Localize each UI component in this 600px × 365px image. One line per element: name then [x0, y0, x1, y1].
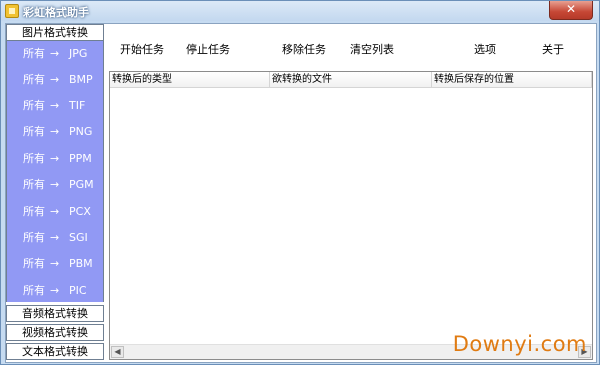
arrow-right-icon: → [50, 99, 60, 112]
format-item-pic[interactable]: 所有 → PIC [7, 281, 103, 301]
format-to: BMP [69, 73, 93, 86]
category-sidebar: 图片格式转换 所有 → JPG 所有 → BMP 所有 → TIF 所有 → P… [6, 24, 104, 362]
remove-task-button[interactable]: 移除任务 [282, 41, 326, 57]
format-to: PPM [69, 152, 92, 165]
column-header-target-type[interactable]: 转换后的类型 [110, 72, 270, 88]
format-item-tif[interactable]: 所有 → TIF [7, 96, 103, 116]
arrow-right-icon: → [50, 205, 60, 218]
arrow-right-icon: → [50, 152, 60, 165]
format-to: PCX [69, 205, 91, 218]
format-item-pgm[interactable]: 所有 → PGM [7, 175, 103, 195]
title-bar[interactable]: 彩虹格式助手 ✕ [1, 1, 599, 21]
client-area: 图片格式转换 所有 → JPG 所有 → BMP 所有 → TIF 所有 → P… [5, 23, 597, 363]
task-list[interactable]: 转换后的类型 欲转换的文件 转换后保存的位置 ◀ ▶ [109, 71, 593, 360]
scroll-left-icon[interactable]: ◀ [111, 346, 124, 358]
format-to: JPG [69, 47, 88, 60]
format-item-jpg[interactable]: 所有 → JPG [7, 44, 103, 64]
format-item-bmp[interactable]: 所有 → BMP [7, 70, 103, 90]
arrow-right-icon: → [50, 257, 60, 270]
format-from: 所有 [23, 125, 45, 138]
arrow-right-icon: → [50, 125, 60, 138]
main-panel: 开始任务 停止任务 移除任务 清空列表 选项 关于 转换后的类型 欲转换的文件 … [106, 24, 596, 362]
format-from: 所有 [23, 231, 45, 244]
start-task-button[interactable]: 开始任务 [120, 41, 164, 57]
category-text[interactable]: 文本格式转换 [6, 343, 104, 360]
watermark: Downyi.com [452, 332, 587, 356]
category-video[interactable]: 视频格式转换 [6, 324, 104, 341]
format-to: TIF [69, 99, 86, 112]
format-from: 所有 [23, 257, 45, 270]
app-icon [5, 4, 19, 18]
arrow-right-icon: → [50, 73, 60, 86]
format-item-ppm[interactable]: 所有 → PPM [7, 149, 103, 169]
arrow-right-icon: → [50, 47, 60, 60]
format-to: SGI [69, 231, 88, 244]
format-to: PBM [69, 257, 93, 270]
format-from: 所有 [23, 178, 45, 191]
options-button[interactable]: 选项 [474, 41, 496, 57]
format-to: PNG [69, 125, 93, 138]
arrow-right-icon: → [50, 284, 60, 297]
format-to: PGM [69, 178, 94, 191]
arrow-right-icon: → [50, 231, 60, 244]
format-from: 所有 [23, 205, 45, 218]
category-audio[interactable]: 音频格式转换 [6, 305, 104, 322]
format-item-sgi[interactable]: 所有 → SGI [7, 228, 103, 248]
format-from: 所有 [23, 99, 45, 112]
format-list: 所有 → JPG 所有 → BMP 所有 → TIF 所有 → PNG 所有 →… [6, 41, 104, 302]
format-item-png[interactable]: 所有 → PNG [7, 122, 103, 142]
format-to: PIC [69, 284, 87, 297]
format-item-pbm[interactable]: 所有 → PBM [7, 254, 103, 274]
format-item-pcx[interactable]: 所有 → PCX [7, 202, 103, 222]
column-header-source-file[interactable]: 欲转换的文件 [270, 72, 432, 88]
app-window: 彩虹格式助手 ✕ 图片格式转换 所有 → JPG 所有 → BMP 所有 → T… [0, 0, 600, 365]
clear-list-button[interactable]: 清空列表 [350, 41, 394, 57]
format-from: 所有 [23, 73, 45, 86]
window-title: 彩虹格式助手 [23, 6, 89, 19]
arrow-right-icon: → [50, 178, 60, 191]
category-image[interactable]: 图片格式转换 [6, 24, 104, 41]
about-button[interactable]: 关于 [542, 41, 564, 57]
close-button[interactable]: ✕ [549, 1, 593, 20]
format-from: 所有 [23, 284, 45, 297]
stop-task-button[interactable]: 停止任务 [186, 41, 230, 57]
column-header-save-location[interactable]: 转换后保存的位置 [432, 72, 592, 88]
format-from: 所有 [23, 152, 45, 165]
format-from: 所有 [23, 47, 45, 60]
